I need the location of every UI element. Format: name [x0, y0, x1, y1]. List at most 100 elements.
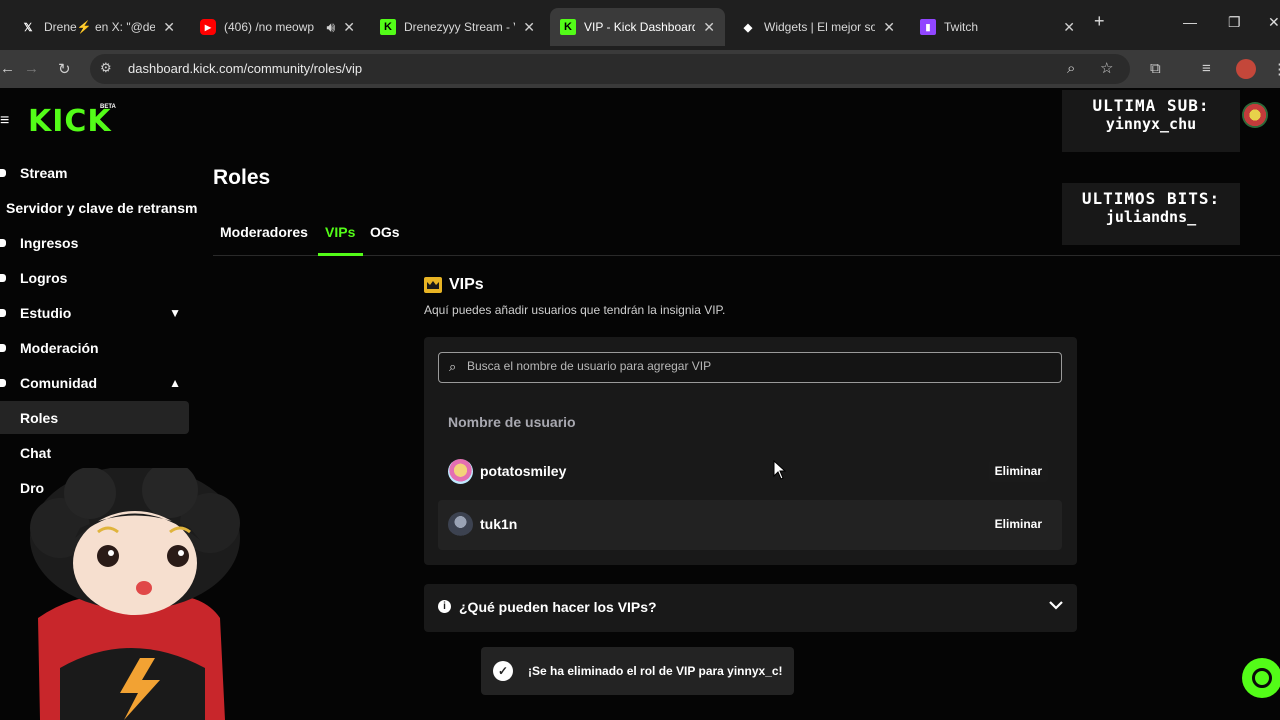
chevron-down-icon[interactable]: ▼ — [169, 306, 181, 320]
sidebar-item-moderacion[interactable]: Moderación — [0, 331, 189, 364]
close-tab-icon[interactable]: ✕ — [523, 19, 535, 36]
browser-tab-twitch[interactable]: ▮ Twitch ✕ — [910, 8, 1085, 46]
restore-icon[interactable]: ❐ — [1228, 14, 1241, 31]
close-window-icon[interactable]: ✕ — [1268, 14, 1280, 31]
vip-section-title: VIPs — [449, 276, 484, 293]
media-control-icon[interactable]: ≡ — [1202, 60, 1211, 77]
revenue-icon — [0, 238, 6, 247]
help-chat-button[interactable] — [1242, 658, 1280, 698]
youtube-icon: ▶ — [200, 19, 216, 35]
mouse-cursor-icon — [773, 460, 787, 480]
extensions-icon[interactable]: ⧉ — [1150, 60, 1161, 77]
browser-tab-kick-stream[interactable]: K Drenezyyy Stream - V ✕ — [370, 8, 545, 46]
sidebar-item-label: Moderación — [20, 339, 99, 356]
beta-badge: BETA — [100, 104, 116, 110]
sidebar-item-server-key[interactable]: Servidor y clave de retransm — [0, 191, 205, 224]
reload-icon[interactable]: ↻ — [58, 60, 71, 78]
sidebar-item-comunidad[interactable]: Comunidad ▲ — [0, 366, 189, 399]
browser-tab-vip-dashboard[interactable]: K VIP - Kick Dashboard ✕ — [550, 8, 725, 46]
sidebar-item-label: Chat — [20, 444, 52, 461]
tab-ogs[interactable]: OGs — [370, 224, 400, 240]
kick-icon: K — [380, 19, 396, 35]
dashboard-page: ≡ KICK BETA Stream Servidor y clave de r… — [0, 88, 1280, 720]
sidebar-item-label: Ingresos — [20, 234, 79, 251]
active-tab-indicator — [318, 253, 363, 256]
overlay-value: juliandns_ — [1105, 208, 1197, 226]
vip-faq-accordion[interactable]: i ¿Qué pueden hacer los VIPs? — [424, 584, 1077, 632]
last-sub-overlay: ULTIMA SUB: yinnyx_chu — [1062, 90, 1240, 152]
community-icon — [0, 378, 6, 387]
sidebar-item-chat[interactable]: Chat — [0, 436, 189, 469]
remove-vip-button[interactable]: Eliminar — [988, 460, 1048, 482]
tab-title: Widgets | El mejor so — [764, 20, 876, 34]
close-tab-icon[interactable]: ✕ — [343, 19, 355, 36]
widget-icon: ◆ — [743, 21, 753, 34]
search-icon: ⌕ — [449, 359, 457, 374]
vip-list-card: ⌕ Nombre de usuario potatosmiley Elimina… — [424, 337, 1077, 565]
sidebar-item-estudio[interactable]: Estudio ▼ — [0, 296, 189, 329]
browser-tab-x[interactable]: 𝕏 Drene⚡ en X: "@de ✕ — [10, 8, 185, 46]
studio-icon — [0, 308, 6, 317]
moderation-icon — [0, 343, 6, 352]
back-icon[interactable]: ← — [0, 60, 15, 77]
twitch-icon: ▮ — [920, 19, 936, 35]
remove-vip-button[interactable]: Eliminar — [988, 513, 1048, 535]
headset-icon — [1252, 668, 1272, 688]
tabs-divider — [213, 255, 1280, 256]
tab-title: Drene⚡ en X: "@de — [44, 20, 156, 34]
tab-title: Drenezyyy Stream - V — [404, 20, 516, 34]
bookmark-star-icon[interactable]: ☆ — [1100, 59, 1113, 77]
sidebar-item-logros[interactable]: Logros — [0, 261, 189, 294]
page-title: Roles — [213, 166, 271, 189]
tab-title: VIP - Kick Dashboard — [584, 20, 696, 34]
faq-question: ¿Qué pueden hacer los VIPs? — [459, 599, 657, 615]
forward-icon[interactable]: → — [24, 60, 39, 77]
sidebar-item-label: Logros — [20, 269, 68, 286]
new-tab-icon[interactable]: + — [1094, 11, 1105, 32]
close-tab-icon[interactable]: ✕ — [883, 19, 895, 36]
sidebar-item-roles[interactable]: Roles — [0, 401, 189, 434]
vip-section-description: Aquí puedes añadir usuarios que tendrán … — [424, 303, 726, 317]
vip-search-box[interactable]: ⌕ — [438, 352, 1062, 383]
crown-icon — [424, 277, 442, 293]
zoom-icon[interactable]: ⌕ — [1067, 60, 1075, 77]
tab-title: Twitch — [944, 20, 979, 34]
close-tab-icon[interactable]: ✕ — [163, 19, 175, 36]
vip-user-row: potatosmiley Eliminar — [438, 447, 1062, 497]
last-bits-overlay: ULTIMOS BITS: juliandns_ — [1062, 183, 1240, 245]
minimize-icon[interactable]: — — [1183, 14, 1197, 30]
profile-avatar[interactable] — [1236, 59, 1256, 79]
url-text[interactable]: dashboard.kick.com/community/roles/vip — [128, 61, 362, 76]
user-avatar[interactable] — [1242, 102, 1268, 128]
success-toast: ✓ ¡Se ha eliminado el rol de VIP para yi… — [481, 647, 794, 695]
achievements-icon — [0, 273, 6, 282]
tab-vips[interactable]: VIPs — [325, 224, 355, 240]
address-bar[interactable]: ⚙ dashboard.kick.com/community/roles/vip… — [90, 54, 1130, 84]
site-settings-icon[interactable]: ⚙ — [100, 60, 112, 76]
browser-tab-widgets[interactable]: ◆ Widgets | El mejor so ✕ — [730, 8, 905, 46]
browser-tab-youtube[interactable]: ▶ (406) /no meowp 🔊︎ ✕ — [190, 8, 365, 46]
audio-icon[interactable]: 🔊︎ — [326, 19, 335, 36]
username: tuk1n — [480, 516, 518, 532]
vip-search-input[interactable] — [467, 359, 1047, 373]
stream-icon — [0, 168, 6, 177]
avatar — [448, 459, 473, 484]
column-header-username: Nombre de usuario — [448, 414, 576, 430]
browser-tab-strip: 𝕏 Drene⚡ en X: "@de ✕ ▶ (406) /no meowp … — [0, 0, 1280, 50]
menu-icon[interactable]: ⋮ — [1272, 60, 1280, 78]
sidebar-item-label: Estudio — [20, 304, 72, 321]
hamburger-menu-icon[interactable]: ≡ — [0, 112, 9, 130]
vip-user-row: tuk1n Eliminar — [438, 500, 1062, 550]
vtuber-avatar — [30, 468, 240, 720]
close-tab-icon[interactable]: ✕ — [703, 19, 715, 36]
overlay-label: ULTIMA SUB: — [1092, 96, 1210, 115]
chevron-down-icon[interactable] — [1049, 597, 1063, 613]
close-tab-icon[interactable]: ✕ — [1063, 19, 1075, 36]
tab-moderadores[interactable]: Moderadores — [220, 224, 308, 240]
tab-title: (406) /no meowp — [224, 20, 315, 34]
avatar — [448, 512, 473, 537]
chevron-up-icon[interactable]: ▲ — [169, 376, 181, 390]
sidebar-item-ingresos[interactable]: Ingresos — [0, 226, 189, 259]
sidebar-item-stream[interactable]: Stream — [0, 156, 189, 189]
browser-toolbar: ← → ↻ ⚙ dashboard.kick.com/community/rol… — [0, 50, 1280, 88]
